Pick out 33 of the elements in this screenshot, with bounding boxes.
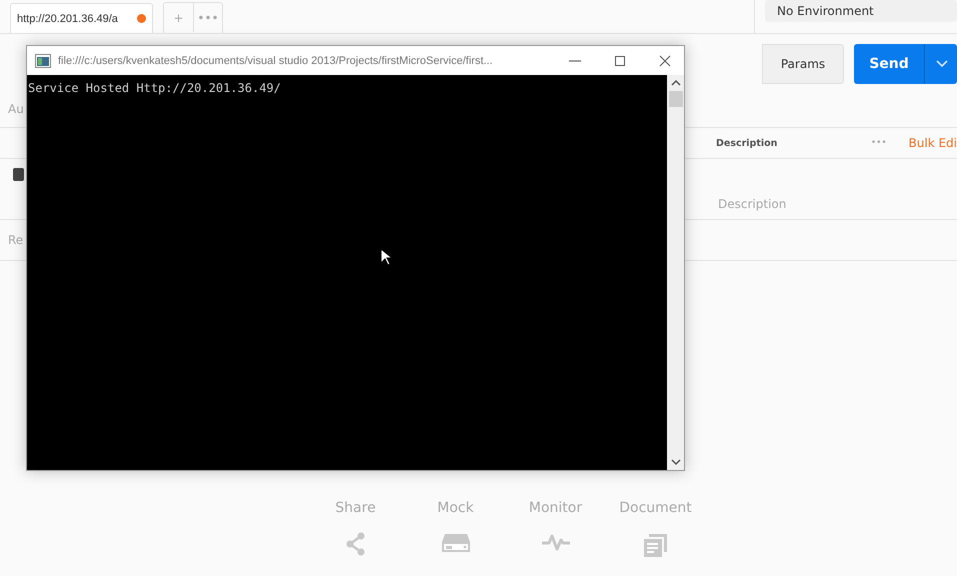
send-button-group[interactable]: Send xyxy=(854,44,957,84)
more-button[interactable]: ••• xyxy=(870,138,909,148)
mouse-cursor-icon xyxy=(380,248,392,266)
document-icon[interactable] xyxy=(642,532,668,558)
caret-icon[interactable] xyxy=(936,60,948,68)
unsaved-dot xyxy=(137,14,146,23)
close-icon[interactable] xyxy=(658,54,672,68)
maximize-icon[interactable] xyxy=(613,54,627,68)
checkbox[interactable] xyxy=(13,168,24,180)
tab-action-button[interactable]: ••• xyxy=(193,3,222,32)
environment-select[interactable]: No Environment xyxy=(765,0,957,22)
bulk-edit-link[interactable]: Bulk Edi xyxy=(908,136,957,150)
scrollbar[interactable] xyxy=(667,75,684,470)
action-label[interactable]: Mock xyxy=(437,500,474,516)
column-header: Description xyxy=(716,138,778,148)
scroll-down-icon[interactable] xyxy=(670,459,680,466)
action-label[interactable]: Share xyxy=(335,500,376,516)
window-title: file:///c:/users/kvenkatesh5/documents/visual studio 2013/Projects/firstMicroService/first... xyxy=(58,54,494,66)
pulse-icon[interactable] xyxy=(540,532,570,552)
action-label[interactable]: Document xyxy=(619,500,692,516)
response-label: Re xyxy=(8,233,24,247)
console-app-icon xyxy=(35,54,51,68)
action-label[interactable]: Monitor xyxy=(528,500,582,516)
share-icon[interactable] xyxy=(344,532,366,556)
request-tab[interactable]: http://20.201.36.49/a xyxy=(10,3,153,33)
params-button[interactable]: Params xyxy=(762,44,844,84)
server-icon[interactable] xyxy=(440,532,470,554)
tab-action-button[interactable]: + xyxy=(164,3,193,32)
scroll-up-icon[interactable] xyxy=(670,79,680,86)
scroll-thumb[interactable] xyxy=(668,91,682,107)
console-output: Service Hosted Http://20.201.36.49/ xyxy=(28,81,281,95)
tab-label[interactable]: Au xyxy=(8,102,24,116)
description-field[interactable]: Description xyxy=(718,197,786,211)
